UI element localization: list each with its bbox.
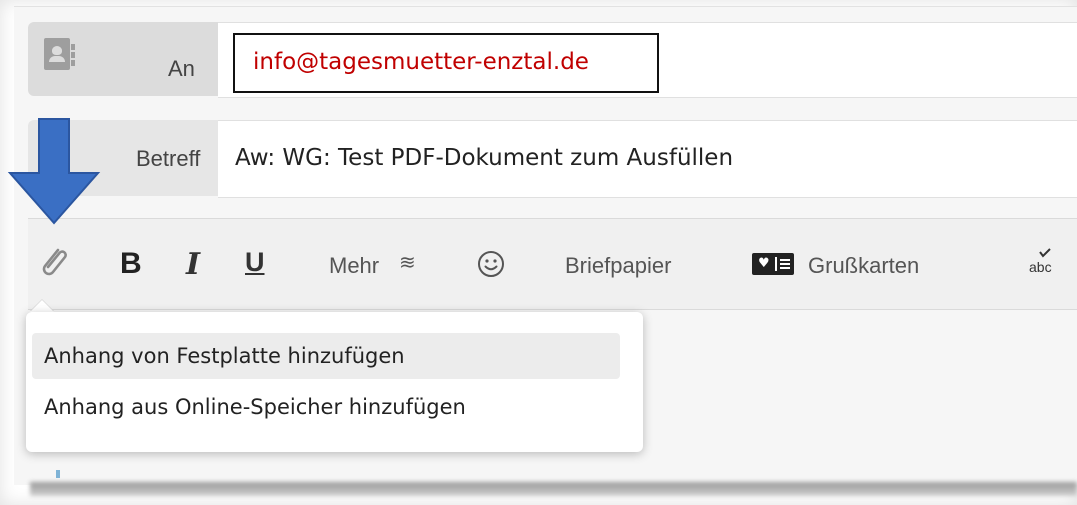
address-book-icon[interactable] bbox=[44, 38, 75, 70]
to-label-cell: An bbox=[28, 22, 218, 96]
recipient-highlight-box: info@tagesmuetter-enztal.de bbox=[233, 33, 659, 93]
annotation-arrow-icon bbox=[7, 118, 101, 225]
smiley-icon[interactable] bbox=[476, 249, 506, 279]
subject-label: Betreff bbox=[136, 146, 201, 171]
subject-row: Betreff Aw: WG: Test PDF-Dokument zum Au… bbox=[28, 120, 1077, 198]
menu-item-attach-from-online-storage[interactable]: Anhang aus Online-Speicher hinzufügen bbox=[32, 384, 620, 430]
italic-button[interactable]: I bbox=[186, 247, 200, 282]
menu-item-attach-from-disk[interactable]: Anhang von Festplatte hinzufügen bbox=[32, 333, 620, 379]
more-button[interactable]: Mehr bbox=[329, 253, 379, 279]
underline-button[interactable]: U bbox=[245, 247, 265, 278]
attachment-menu: Anhang von Festplatte hinzufügen Anhang … bbox=[26, 312, 643, 452]
recipient-email[interactable]: info@tagesmuetter-enztal.de bbox=[253, 49, 589, 75]
editor-caret bbox=[56, 470, 60, 478]
paperclip-icon[interactable] bbox=[36, 244, 72, 280]
menu-pointer bbox=[30, 300, 54, 312]
subject-input[interactable]: Aw: WG: Test PDF-Dokument zum Ausfüllen bbox=[218, 120, 1077, 198]
to-label: An bbox=[168, 56, 195, 81]
chevron-down-double-icon[interactable]: ≋ bbox=[399, 250, 416, 275]
subject-text: Aw: WG: Test PDF-Dokument zum Ausfüllen bbox=[235, 145, 734, 171]
greeting-card-icon: ♥ bbox=[752, 253, 794, 275]
bold-button[interactable]: B bbox=[120, 247, 142, 281]
spellcheck-icon[interactable]: abc bbox=[1028, 247, 1058, 277]
formatting-toolbar: B I U Mehr ≋ Briefpapier ♥ Grußkarten ab… bbox=[28, 218, 1077, 310]
greeting-cards-button[interactable]: Grußkarten bbox=[808, 253, 919, 279]
stationery-button[interactable]: Briefpapier bbox=[565, 253, 671, 279]
window-bottom-edge bbox=[30, 482, 1077, 496]
svg-text:abc: abc bbox=[1029, 259, 1052, 275]
